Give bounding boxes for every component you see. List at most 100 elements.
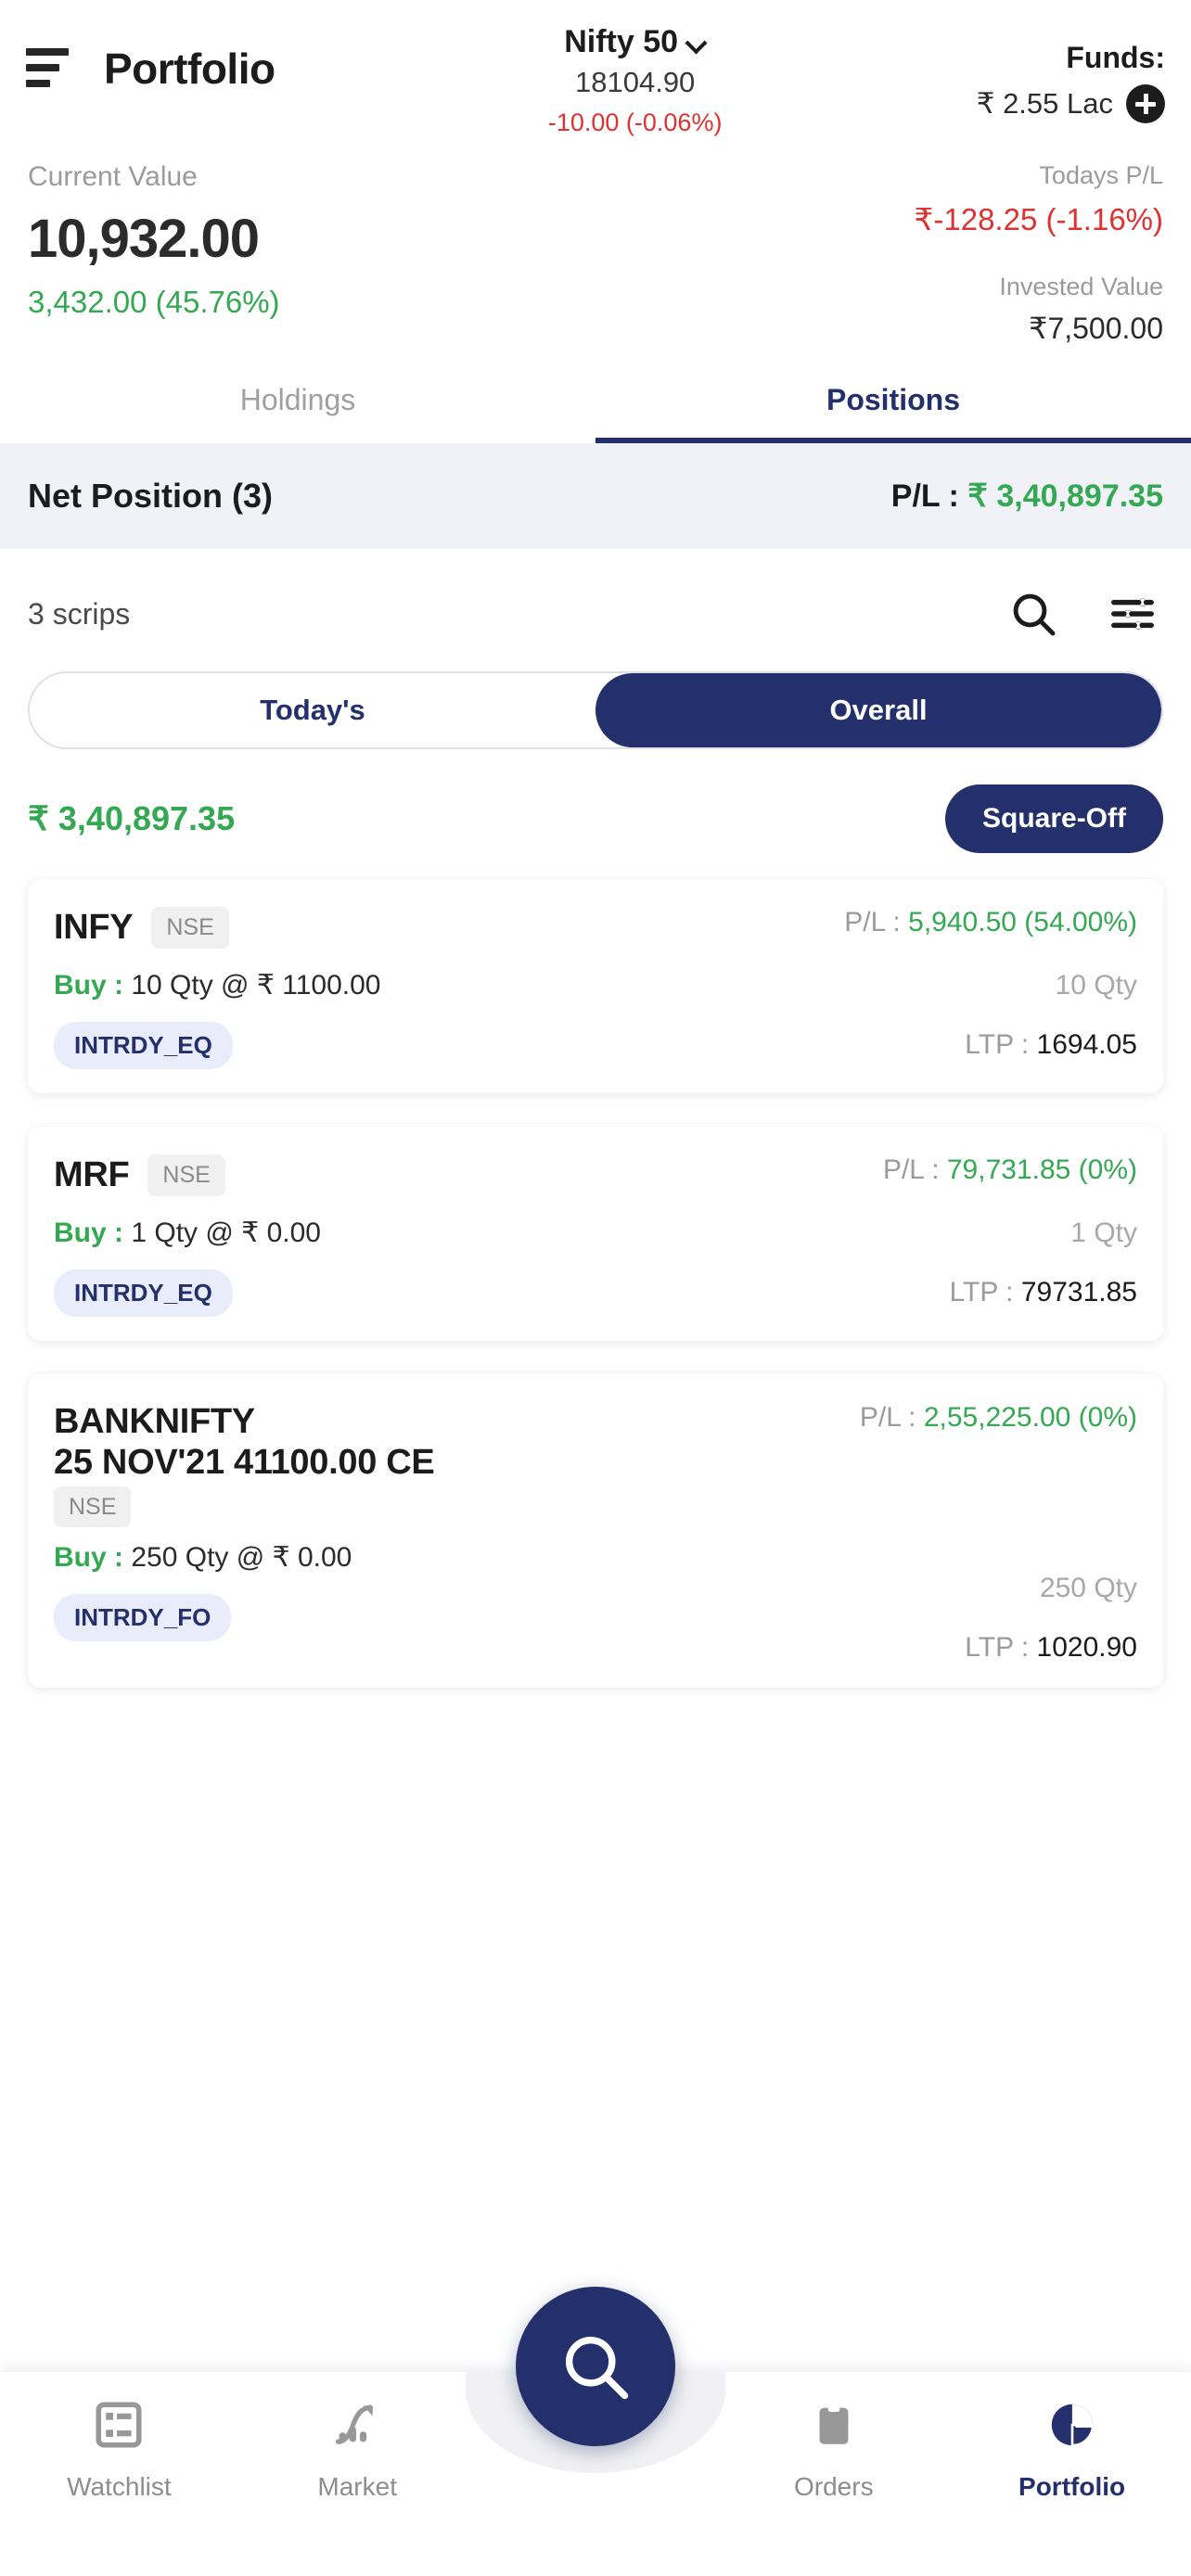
clipboard-icon xyxy=(819,2404,849,2444)
position-quantity: 1 Qty xyxy=(1070,1218,1137,1248)
hamburger-line xyxy=(26,80,50,87)
position-metrics: P/L : 2,55,225.00 (0%) 250 Qty LTP : 102… xyxy=(860,1402,1137,1664)
current-value-amount: 10,932.00 xyxy=(28,209,260,269)
net-position-pl-value: ₹ 3,40,897.35 xyxy=(967,478,1163,514)
search-fab-button[interactable] xyxy=(516,2287,675,2446)
position-pl: P/L : 2,55,225.00 (0%) xyxy=(860,1402,1137,1434)
segment-overall[interactable]: Overall xyxy=(596,673,1161,747)
funds-block: Funds: ₹ 2.55 Lac xyxy=(977,41,1165,123)
page-title: Portfolio xyxy=(104,45,275,93)
square-off-button[interactable]: Square-Off xyxy=(944,784,1163,853)
scrips-toolbar-icons xyxy=(1007,588,1158,640)
pie-chart-icon xyxy=(1051,2404,1095,2447)
position-metrics: P/L : 5,940.50 (54.00%) 10 Qty LTP : 169… xyxy=(844,907,1137,1061)
funds-label: Funds: xyxy=(1066,41,1165,74)
period-toggle: Today's Overall xyxy=(28,671,1163,749)
position-symbol: INFY xyxy=(54,908,134,947)
position-pl-value: 2,55,225.00 (0%) xyxy=(923,1402,1137,1433)
filter-sliders-icon[interactable] xyxy=(1108,589,1158,639)
position-identity: MRF NSE Buy : 1 Qty @ ₹ 0.00 INTRDY_EQ xyxy=(54,1154,321,1317)
exchange-badge: NSE xyxy=(147,1154,225,1196)
nav-label: Market xyxy=(317,2472,397,2501)
position-card-top: MRF NSE Buy : 1 Qty @ ₹ 0.00 INTRDY_EQ P… xyxy=(54,1154,1137,1317)
todays-pl-value: ₹-128.25 (-1.16%) xyxy=(914,202,1163,236)
invested-value-block: Invested Value ₹7,500.00 xyxy=(914,273,1163,346)
position-pl-value: 79,731.85 (0%) xyxy=(946,1154,1137,1185)
order-details: Buy : 10 Qty @ ₹ 1100.00 xyxy=(54,969,380,1001)
scrips-count: 3 scrips xyxy=(28,596,131,631)
search-icon[interactable] xyxy=(1007,588,1059,640)
invested-value-amount: ₹7,500.00 xyxy=(1029,312,1163,345)
position-identity: INFY NSE Buy : 10 Qty @ ₹ 1100.00 INTRDY… xyxy=(54,907,380,1069)
index-ticker[interactable]: Nifty 50 18104.90 -10.00 (-0.06%) xyxy=(275,24,977,137)
symbol-line: INFY NSE xyxy=(54,907,380,949)
position-ltp: LTP : 1020.90 xyxy=(860,1632,1137,1664)
position-ltp-label: LTP : xyxy=(965,1632,1037,1663)
position-pl-label: P/L : xyxy=(859,1402,924,1433)
tab-positions[interactable]: Positions xyxy=(596,370,1191,443)
funds-row: ₹ 2.55 Lac xyxy=(977,84,1165,123)
nav-item-market[interactable]: Market xyxy=(238,2398,477,2502)
position-ltp-value: 1020.90 xyxy=(1036,1632,1137,1663)
order-side: Buy : xyxy=(54,970,132,1001)
positions-list: INFY NSE Buy : 10 Qty @ ₹ 1100.00 INTRDY… xyxy=(0,853,1191,1688)
position-ltp: LTP : 79731.85 xyxy=(883,1277,1137,1308)
position-pl-value: 5,940.50 (54.00%) xyxy=(908,907,1137,937)
tab-holdings[interactable]: Holdings xyxy=(0,370,596,443)
index-name-row[interactable]: Nifty 50 xyxy=(294,24,977,60)
summary-top-row: Current Value 10,932.00 3,432.00 (45.76%… xyxy=(28,161,1163,346)
pl-actions-row: ₹ 3,40,897.35 Square-Off xyxy=(0,749,1191,853)
list-grid-icon xyxy=(96,2402,142,2448)
hamburger-line xyxy=(26,48,69,56)
scrips-toolbar: 3 scrips xyxy=(0,549,1191,649)
search-icon xyxy=(565,2336,629,2400)
net-position-pl: P/L : ₹ 3,40,897.35 xyxy=(891,478,1163,515)
hamburger-line xyxy=(26,64,59,71)
exchange-badge-wrap: NSE xyxy=(54,1486,434,1528)
segment-todays[interactable]: Today's xyxy=(30,673,596,747)
position-pl: P/L : 5,940.50 (54.00%) xyxy=(844,907,1137,938)
order-details: Buy : 250 Qty @ ₹ 0.00 xyxy=(54,1541,434,1574)
total-pl-amount: ₹ 3,40,897.35 xyxy=(28,799,236,837)
order-qty-price: 1 Qty @ ₹ 0.00 xyxy=(131,1218,321,1248)
portfolio-summary: Current Value 10,932.00 3,432.00 (45.76%… xyxy=(0,130,1191,346)
position-symbol: BANKNIFTY xyxy=(54,1402,255,1441)
position-symbol-contract: 25 NOV'21 41100.00 CE xyxy=(54,1442,435,1482)
product-type-badge: INTRDY_EQ xyxy=(54,1022,233,1069)
order-qty-price: 10 Qty @ ₹ 1100.00 xyxy=(131,970,381,1001)
portfolio-tabs: Holdings Positions xyxy=(0,370,1191,443)
period-toggle-wrap: Today's Overall xyxy=(0,649,1191,749)
position-card[interactable]: MRF NSE Buy : 1 Qty @ ₹ 0.00 INTRDY_EQ P… xyxy=(28,1127,1163,1341)
order-details: Buy : 1 Qty @ ₹ 0.00 xyxy=(54,1217,321,1249)
net-position-title: Net Position (3) xyxy=(28,477,274,515)
summary-right-column: Todays P/L ₹-128.25 (-1.16%) Invested Va… xyxy=(914,161,1163,346)
product-type-badge: INTRDY_FO xyxy=(54,1594,232,1642)
position-card[interactable]: INFY NSE Buy : 10 Qty @ ₹ 1100.00 INTRDY… xyxy=(28,879,1163,1093)
current-value-label: Current Value xyxy=(28,161,198,192)
chevron-down-icon[interactable] xyxy=(687,33,706,52)
position-card-top: INFY NSE Buy : 10 Qty @ ₹ 1100.00 INTRDY… xyxy=(54,907,1137,1069)
plus-circle-icon[interactable] xyxy=(1126,84,1165,123)
nav-item-portfolio[interactable]: Portfolio xyxy=(953,2398,1191,2502)
net-position-pl-label: P/L : xyxy=(890,478,968,514)
nav-item-watchlist[interactable]: Watchlist xyxy=(0,2398,238,2502)
hamburger-menu-icon[interactable] xyxy=(26,46,76,89)
nav-label: Portfolio xyxy=(1018,2472,1126,2501)
funds-amount: ₹ 2.55 Lac xyxy=(976,87,1113,120)
position-ltp-label: LTP : xyxy=(965,1029,1037,1060)
position-ltp-label: LTP : xyxy=(949,1277,1021,1307)
current-value-block: Current Value 10,932.00 3,432.00 (45.76%… xyxy=(28,161,280,320)
index-change: -10.00 (-0.06%) xyxy=(547,108,723,136)
overall-change: 3,432.00 (45.76%) xyxy=(28,285,280,319)
order-side: Buy : xyxy=(54,1218,132,1248)
position-identity: BANKNIFTY 25 NOV'21 41100.00 CE NSE Buy … xyxy=(54,1402,435,1642)
todays-pl-block: Todays P/L ₹-128.25 (-1.16%) xyxy=(914,161,1163,237)
position-metrics: P/L : 79,731.85 (0%) 1 Qty LTP : 79731.8… xyxy=(883,1154,1137,1308)
nav-item-orders[interactable]: Orders xyxy=(714,2398,953,2502)
position-quantity: 10 Qty xyxy=(1055,970,1137,1001)
todays-pl-label: Todays P/L xyxy=(1039,161,1163,189)
product-type-badge: INTRDY_EQ xyxy=(54,1269,233,1317)
position-card[interactable]: BANKNIFTY 25 NOV'21 41100.00 CE NSE Buy … xyxy=(28,1374,1163,1688)
position-symbol: MRF xyxy=(54,1155,130,1194)
position-ltp: LTP : 1694.05 xyxy=(844,1029,1137,1061)
